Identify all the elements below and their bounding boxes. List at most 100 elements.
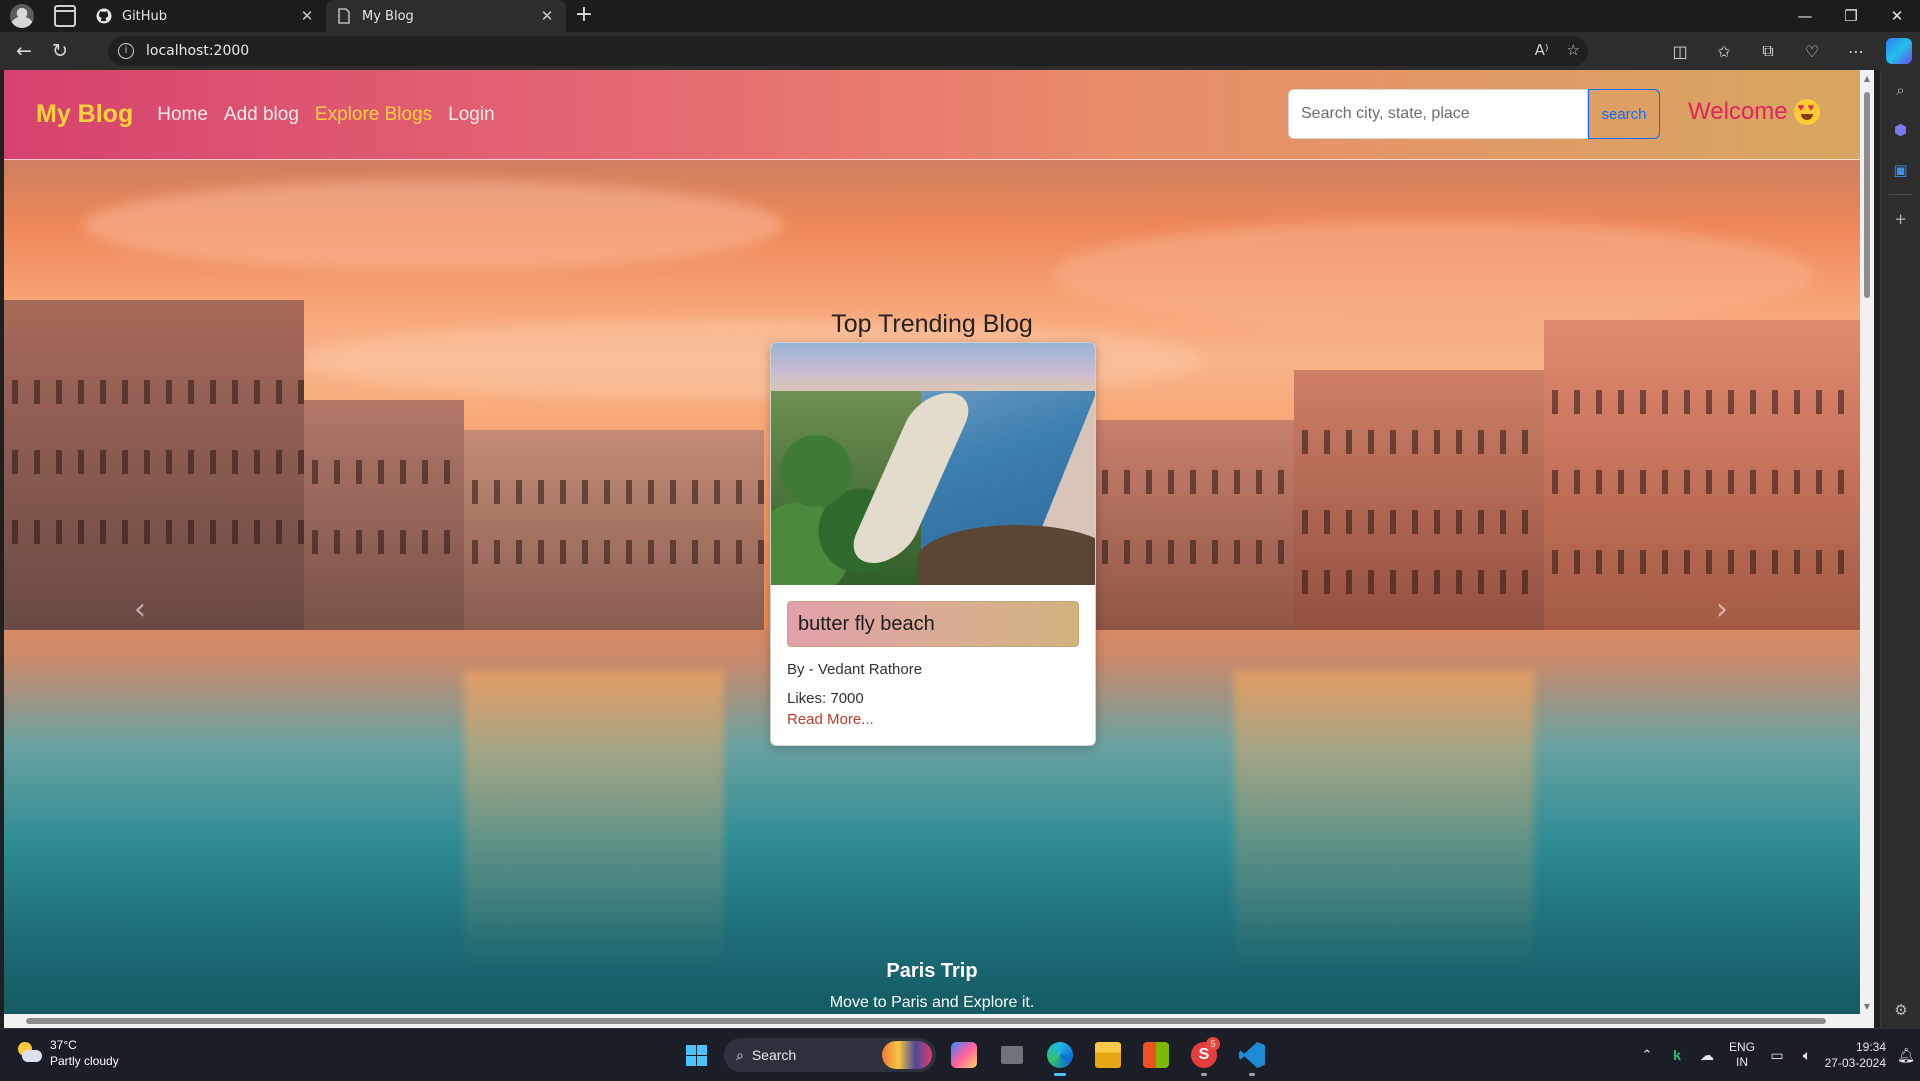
notification-bell-icon[interactable]: 🔔︎ [1892, 1047, 1920, 1064]
network-icon[interactable]: ▭ [1762, 1047, 1792, 1064]
browser-tab-strip: GitHub ✕ My Blog ✕ + — ❐ ✕ [0, 0, 1920, 32]
page-icon [338, 8, 350, 24]
sidebar-divider [1889, 194, 1912, 195]
clock-date: 27-03-2024 [1824, 1056, 1886, 1070]
add-sidebar-app-icon[interactable]: + [1881, 199, 1920, 239]
blog-card-image [771, 343, 1095, 585]
cloud-offline-icon[interactable]: ☁ [1692, 1047, 1722, 1064]
scroll-up-icon[interactable]: ▲ [1862, 74, 1872, 84]
windows-taskbar: 37°C Partly cloudy ⌕ Search S5 ⌃ k ☁ ENG… [0, 1028, 1920, 1080]
vertical-scrollbar[interactable]: ▲ ▼ [1860, 70, 1874, 1014]
refresh-icon[interactable]: ↻ [42, 35, 78, 67]
sidebar-copilot-icon[interactable]: ⬢ [1881, 110, 1920, 150]
search-input[interactable] [1288, 89, 1588, 139]
site-info-icon[interactable]: i [118, 43, 134, 59]
system-tray: ⌃ k ☁ ENG IN ▭ 🔈︎ 19:34 27-03-2024 🔔︎ [1632, 1029, 1920, 1081]
show-hidden-icons-chevron-icon[interactable]: ⌃ [1632, 1047, 1662, 1063]
address-bar-actions: A⁾ ☆ [1535, 41, 1580, 59]
close-tab-icon[interactable]: ✕ [298, 7, 316, 25]
language-line2: IN [1736, 1055, 1748, 1069]
more-menu-icon[interactable]: ⋯ [1834, 42, 1878, 61]
search-icon: ⌕ [736, 1046, 744, 1063]
tab-title: My Blog [362, 8, 414, 24]
blog-card-likes: Likes: 7000 [787, 690, 864, 707]
file-explorer-icon[interactable] [1088, 1033, 1128, 1077]
building [1294, 370, 1544, 630]
read-aloud-icon[interactable]: A⁾ [1535, 41, 1549, 59]
close-tab-icon[interactable]: ✕ [538, 7, 556, 25]
collections-icon[interactable]: ⧉ [1746, 41, 1790, 61]
language-indicator[interactable]: ENG IN [1722, 1040, 1762, 1070]
task-view-icon[interactable] [992, 1033, 1032, 1077]
tab-my-blog[interactable]: My Blog ✕ [326, 0, 566, 32]
weather-text: 37°C Partly cloudy [50, 1037, 119, 1069]
address-bar[interactable]: i localhost:2000 A⁾ ☆ [108, 36, 1588, 66]
building [1544, 320, 1860, 630]
weather-temp: 37°C [50, 1038, 77, 1052]
blog-card-author: By - Vedant Rathore [787, 661, 923, 678]
favorites-icon[interactable]: ✩ [1702, 42, 1746, 61]
browser-essentials-icon[interactable]: ♡ [1790, 42, 1834, 61]
carousel-prev-icon[interactable]: ‹ [134, 592, 146, 627]
tab-actions-icon[interactable] [54, 5, 76, 27]
sidebar-settings-gear-icon[interactable]: ⚙ [1881, 990, 1920, 1030]
edge-browser-icon[interactable] [1040, 1033, 1080, 1077]
minimize-button[interactable]: — [1782, 0, 1828, 32]
horizontal-scroll-thumb[interactable] [26, 1018, 1826, 1024]
split-screen-icon[interactable]: ◫ [1658, 42, 1702, 61]
nav-add-blog[interactable]: Add blog [224, 104, 299, 126]
nav-links: Home Add blog Explore Blogs Login [157, 104, 494, 126]
clock[interactable]: 19:34 27-03-2024 [1822, 1039, 1892, 1071]
desktop: GitHub ✕ My Blog ✕ + — ❐ ✕ ← ↻ i localho… [0, 0, 1920, 1080]
url-text: localhost:2000 [146, 43, 250, 59]
tab-title: GitHub [122, 8, 168, 24]
browser-toolbar: ← ↻ i localhost:2000 A⁾ ☆ ◫ ✩ ⧉ ♡ ⋯ [0, 32, 1920, 70]
horizontal-scrollbar[interactable] [4, 1014, 1874, 1028]
blog-card-body: butter fly beach By - Vedant Rathore Lik… [771, 585, 1095, 744]
toolbar-right-icons: ◫ ✩ ⧉ ♡ ⋯ [1658, 32, 1920, 70]
copilot-icon[interactable] [1886, 38, 1912, 64]
skype-icon[interactable]: S5 [1184, 1033, 1224, 1077]
windows-start-icon[interactable] [676, 1033, 716, 1077]
volume-icon[interactable]: 🔈︎ [1792, 1047, 1822, 1064]
tab-github[interactable]: GitHub ✕ [86, 0, 326, 32]
back-arrow-icon[interactable]: ← [6, 35, 42, 67]
site-search: search [1288, 89, 1660, 139]
brand-logo[interactable]: My Blog [36, 100, 133, 129]
read-more-link[interactable]: Read More... [787, 711, 1079, 728]
taskbar-search[interactable]: ⌕ Search [724, 1038, 936, 1072]
microsoft-store-icon[interactable] [1136, 1033, 1176, 1077]
weather-condition: Partly cloudy [50, 1054, 119, 1068]
carousel-next-icon[interactable]: › [1716, 592, 1728, 627]
site-navbar: My Blog Home Add blog Explore Blogs Logi… [4, 70, 1860, 160]
search-button[interactable]: search [1588, 89, 1660, 139]
restore-button[interactable]: ❐ [1828, 0, 1874, 32]
new-tab-button[interactable]: + [566, 0, 602, 32]
scroll-down-icon[interactable]: ▼ [1862, 1002, 1872, 1012]
nav-explore-blogs[interactable]: Explore Blogs [315, 104, 432, 126]
welcome-message: Welcome [1688, 98, 1820, 126]
kaspersky-icon[interactable]: k [1662, 1047, 1692, 1063]
building [304, 400, 464, 630]
cloud [84, 180, 784, 270]
building [464, 430, 764, 630]
copilot-taskbar-icon[interactable] [944, 1033, 984, 1077]
close-window-button[interactable]: ✕ [1874, 0, 1920, 32]
carousel-caption-title: Paris Trip [886, 960, 978, 982]
weather-widget[interactable]: 37°C Partly cloudy [16, 1037, 119, 1069]
vscode-icon[interactable] [1232, 1033, 1272, 1077]
favorite-star-icon[interactable]: ☆ [1567, 41, 1580, 59]
nav-login[interactable]: Login [448, 104, 495, 126]
blog-card-title: butter fly beach [787, 601, 1079, 647]
taskbar-search-label: Search [751, 1047, 797, 1063]
search-highlight-art [882, 1041, 932, 1069]
outlook-icon[interactable]: ▣ [1881, 150, 1920, 190]
partly-cloudy-icon [16, 1042, 42, 1064]
browser-sidebar: ⌕ ⬢ ▣ + ⚙ [1880, 70, 1920, 1036]
sidebar-search-icon[interactable]: ⌕ [1881, 70, 1920, 110]
vertical-scroll-thumb[interactable] [1864, 92, 1870, 298]
welcome-text: Welcome [1688, 98, 1788, 125]
page-viewport: ‹ › My Blog Home Add blog Explore Blogs … [4, 70, 1860, 1014]
profile-avatar-icon[interactable] [10, 4, 34, 28]
nav-home[interactable]: Home [157, 104, 208, 126]
